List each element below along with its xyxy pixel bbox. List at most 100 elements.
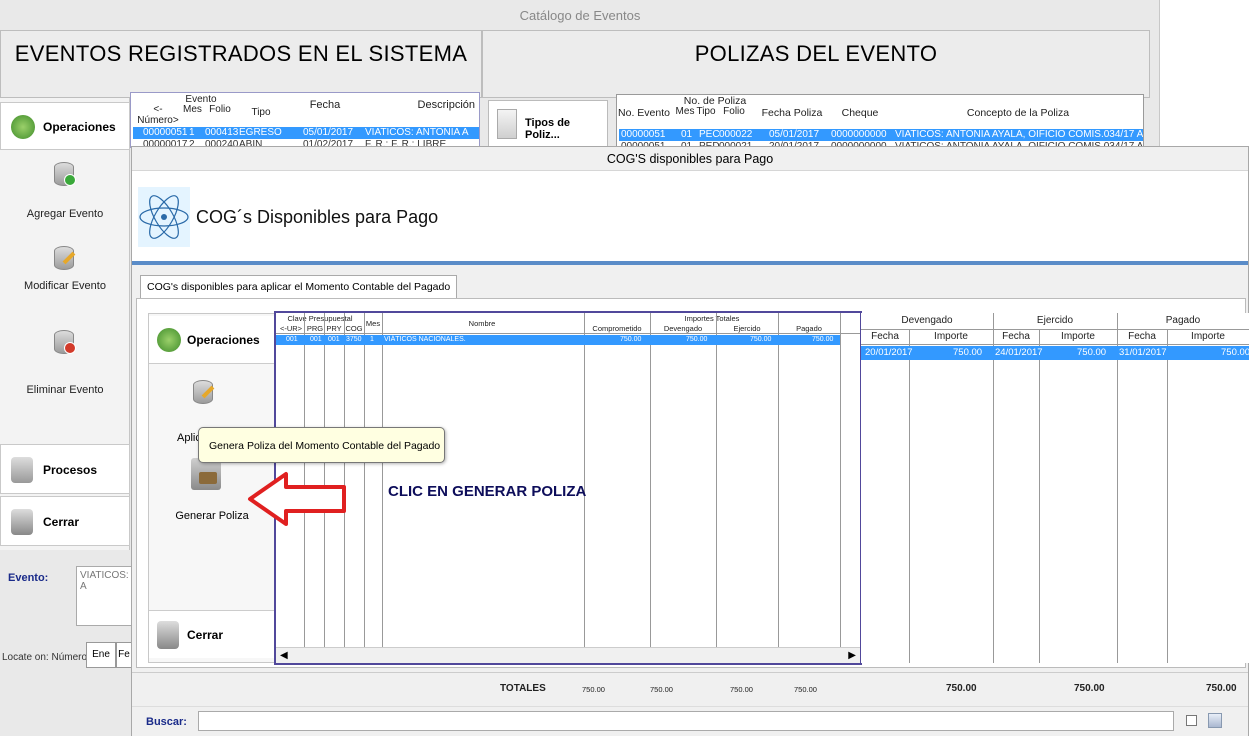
tab-cogs-disponibles[interactable]: COG's disponibles para aplicar el Moment… <box>140 275 458 299</box>
col-folio[interactable]: Folio <box>717 106 751 117</box>
database-edit-icon[interactable] <box>54 246 76 270</box>
scroll-right-icon[interactable]: ▶ <box>848 650 856 661</box>
cerrar-header[interactable]: Cerrar <box>0 496 130 546</box>
database-delete-icon[interactable] <box>54 330 76 354</box>
col-cog[interactable]: COG <box>344 324 364 333</box>
database-add-icon[interactable] <box>54 162 76 186</box>
tipos-poliza-label: Tipos de Poliz... <box>525 117 571 141</box>
col-tipo[interactable]: Tipo <box>239 107 283 118</box>
cerrar-label: Cerrar <box>43 515 80 529</box>
document-icon <box>497 109 517 139</box>
locate-tab-feb[interactable]: Fe <box>116 642 132 668</box>
evento-memo[interactable]: VIATICOS: A <box>76 566 132 626</box>
table-row[interactable]: 20/01/2017 750.00 24/01/2017 750.00 31/0… <box>861 346 1249 360</box>
col-tipo[interactable]: Tipo <box>695 106 717 117</box>
col-importe[interactable]: Importe <box>909 331 993 342</box>
buscar-bar: Buscar: <box>132 706 1248 736</box>
modificar-evento-button[interactable]: Modificar Evento <box>0 280 130 292</box>
total-pagado: 750.00 <box>794 685 817 694</box>
clave-group-header: Clave Presupuestal <box>287 314 353 323</box>
refresh-icon <box>11 115 35 139</box>
operaciones-header[interactable]: Operaciones <box>149 316 275 364</box>
col-fecha[interactable]: Fecha <box>993 331 1039 342</box>
agregar-evento-button[interactable]: Agregar Evento <box>0 208 130 220</box>
callout-text: CLIC EN GENERAR POLIZA <box>388 483 587 500</box>
total-ejercido-importe: 750.00 <box>1074 683 1105 694</box>
tipos-poliza-button[interactable]: Tipos de Poliz... <box>488 100 608 148</box>
devengado-group: Devengado <box>901 315 953 326</box>
col-cheque[interactable]: Cheque <box>829 107 891 119</box>
locate-tab-ene[interactable]: Ene <box>86 642 116 668</box>
bg-sidebar: Operaciones Agregar Evento Modificar Eve… <box>0 98 130 550</box>
lock-icon <box>11 509 33 535</box>
col-importe[interactable]: Importe <box>1167 331 1249 342</box>
search-document-icon[interactable] <box>1208 713 1222 728</box>
total-devengado: 750.00 <box>650 685 673 694</box>
table-row[interactable]: 001 001 001 3750 1 VIÁTICOS NACIONALES. … <box>276 335 840 345</box>
buscar-label: Buscar: <box>146 716 187 728</box>
col-folio[interactable]: Folio <box>203 104 237 115</box>
polizas-table[interactable]: No. Evento No. de Poliza Mes Tipo Folio … <box>616 94 1144 149</box>
col-mes[interactable]: Mes <box>183 104 202 115</box>
procesos-icon <box>11 457 33 483</box>
operaciones-header[interactable]: Operaciones <box>0 102 130 150</box>
total-devengado-importe: 750.00 <box>946 683 977 694</box>
events-table[interactable]: Evento <-Número> Mes Folio Tipo Fecha De… <box>130 92 480 149</box>
table-row[interactable]: 00000051 1 000413 EGRESO 05/01/2017 VIAT… <box>133 127 479 139</box>
total-pagado-importe: 750.00 <box>1206 683 1237 694</box>
col-fecha[interactable]: Fecha <box>861 331 909 342</box>
pagado-group: Pagado <box>1165 315 1201 326</box>
dialog-banner: COG´s Disponibles para Pago <box>132 171 1248 261</box>
refresh-icon <box>157 328 181 352</box>
buscar-checkbox[interactable] <box>1186 715 1197 726</box>
eliminar-evento-button[interactable]: Eliminar Evento <box>0 384 130 396</box>
col-mes[interactable]: Mes <box>675 106 695 117</box>
importes-group-header: Importes Totales <box>684 314 740 323</box>
momentos-grid[interactable]: Devengado Ejercido Pagado Fecha Importe … <box>861 313 1249 663</box>
col-nombre[interactable]: Nombre <box>382 319 582 328</box>
database-edit-icon[interactable] <box>193 380 215 404</box>
col-no-evento[interactable]: No. Evento <box>617 107 671 119</box>
col-ejercido[interactable]: Ejercido <box>716 324 778 333</box>
buscar-input[interactable] <box>198 711 1174 731</box>
col-fecha[interactable]: Fecha <box>289 99 361 111</box>
lock-icon <box>157 621 179 649</box>
cerrar-label: Cerrar <box>187 628 224 642</box>
col-pry[interactable]: PRY <box>324 324 344 333</box>
scroll-left-icon[interactable]: ◀ <box>280 650 288 661</box>
banner-title: COG´s Disponibles para Pago <box>196 207 439 227</box>
totales-label: TOTALES <box>500 683 546 694</box>
col-prg[interactable]: PRG <box>306 324 324 333</box>
operaciones-label: Operaciones <box>43 120 116 134</box>
col-ur[interactable]: <-UR> <box>278 324 304 333</box>
procesos-header[interactable]: Procesos <box>0 444 130 494</box>
banner-divider <box>132 261 1248 265</box>
col-comprometido[interactable]: Comprometido <box>584 324 650 333</box>
evento-label: Evento: <box>8 572 49 584</box>
atom-logo-icon <box>138 187 190 247</box>
col-mes[interactable]: Mes <box>364 319 382 328</box>
procesos-label: Procesos <box>43 463 98 477</box>
table-row[interactable]: 00000051 01 PEC 000022 05/01/2017 000000… <box>619 129 1143 141</box>
col-devengado[interactable]: Devengado <box>650 324 716 333</box>
col-fecha-poliza[interactable]: Fecha Poliza <box>757 107 827 119</box>
polizas-heading: POLIZAS DEL EVENTO <box>482 30 1150 98</box>
dialog-title: COG'S disponibles para Pago <box>132 147 1248 171</box>
col-pagado[interactable]: Pagado <box>778 324 840 333</box>
horizontal-scrollbar[interactable]: ◀ ▶ <box>276 647 860 663</box>
col-concepto[interactable]: Concepto de la Poliza <box>893 107 1143 119</box>
col-importe[interactable]: Importe <box>1039 331 1117 342</box>
col-descripcion[interactable]: Descripción <box>363 99 479 111</box>
total-ejercido: 750.00 <box>730 685 753 694</box>
col-numero[interactable]: <-Número> <box>133 104 183 126</box>
red-arrow-annotation-icon <box>248 472 346 526</box>
eventos-heading: EVENTOS REGISTRADOS EN EL SISTEMA <box>0 30 482 98</box>
ejercido-group: Ejercido <box>1036 315 1074 326</box>
cerrar-header[interactable]: Cerrar <box>149 610 275 658</box>
col-fecha[interactable]: Fecha <box>1117 331 1167 342</box>
generar-poliza-tooltip: Genera Poliza del Momento Contable del P… <box>198 427 445 463</box>
operaciones-label: Operaciones <box>187 333 260 347</box>
window-title: Catálogo de Eventos <box>519 8 641 23</box>
totals-bar: TOTALES 750.00 750.00 750.00 750.00 750.… <box>132 672 1248 704</box>
total-comprometido: 750.00 <box>582 685 605 694</box>
